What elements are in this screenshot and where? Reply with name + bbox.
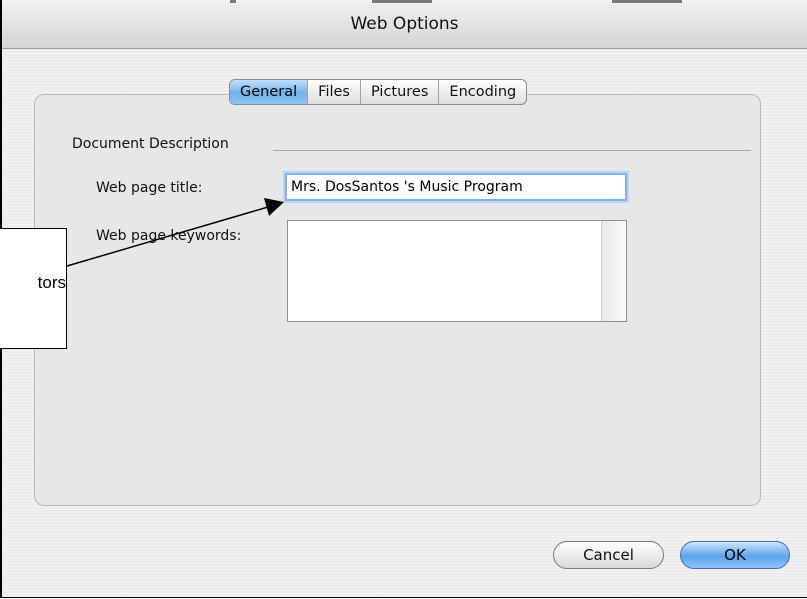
web-page-keywords-label: Web page keywords: <box>96 228 242 244</box>
tab-bar: General Files Pictures Encoding <box>229 79 528 105</box>
tab-general[interactable]: General <box>230 80 308 104</box>
web-page-title-label: Web page title: <box>96 180 203 196</box>
title-bar-residue <box>612 0 682 3</box>
callout-text: tors <box>37 273 66 292</box>
title-bar: Web Options <box>2 0 807 49</box>
title-bar-residue <box>372 0 432 3</box>
tab-pictures[interactable]: Pictures <box>359 80 438 104</box>
ok-button[interactable]: OK <box>680 541 790 569</box>
tab-files[interactable]: Files <box>307 80 360 104</box>
cancel-button[interactable]: Cancel <box>553 541 664 569</box>
window-title: Web Options <box>350 14 459 34</box>
web-page-title-input[interactable] <box>283 171 629 203</box>
annotation-callout-box: tors <box>0 228 67 349</box>
tab-encoding[interactable]: Encoding <box>438 80 526 104</box>
section-heading: Document Description <box>72 136 229 152</box>
title-bar-residue <box>230 0 236 3</box>
section-divider <box>273 150 751 151</box>
web-page-keywords-textarea[interactable] <box>287 220 627 322</box>
keywords-scrollbar[interactable] <box>601 221 626 321</box>
